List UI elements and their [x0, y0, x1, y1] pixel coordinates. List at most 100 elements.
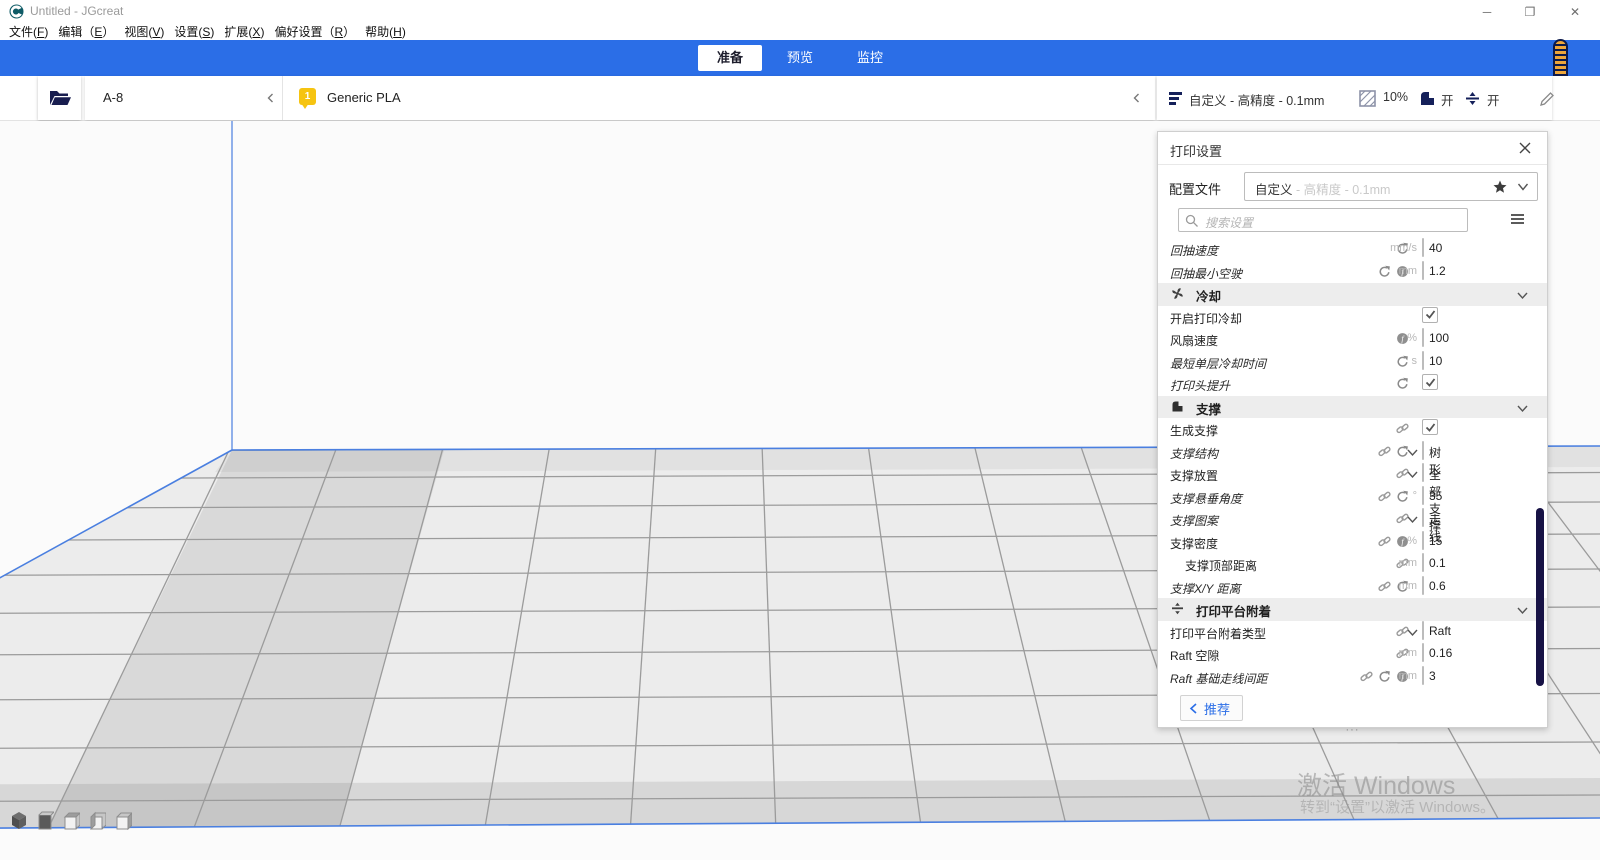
configuration-bar: A-8 1 Generic PLA [85, 76, 1155, 120]
setting-indicators [1396, 355, 1409, 368]
view-top-icon[interactable] [62, 811, 80, 830]
search-row: 搜索设置 [1158, 208, 1547, 233]
profile-dropdown[interactable]: 自定义 - 高精度 - 0.1mm [1244, 172, 1538, 201]
extruder-badge: 1 [299, 88, 316, 105]
checkmark-icon [1424, 376, 1437, 389]
undo-icon[interactable] [1378, 265, 1391, 278]
setting-row-14: 支撑顶部距离0.1mm [1158, 553, 1547, 576]
pencil-icon[interactable] [1540, 92, 1554, 106]
material-name: Generic PLA [327, 90, 401, 105]
menu-item-e[interactable]: 编辑（E） [53, 22, 119, 41]
setting-select[interactable]: 走线 [1422, 508, 1424, 527]
setting-value: 10 [1429, 354, 1442, 368]
settings-section-16[interactable]: 打印平台附着 [1158, 598, 1547, 621]
setting-unit: mm [1399, 647, 1417, 659]
profile-row: 配置文件 自定义 - 高精度 - 0.1mm [1158, 172, 1547, 202]
view-right-icon[interactable] [114, 811, 132, 830]
setting-label: 支撑密度 [1170, 535, 1218, 552]
star-icon[interactable] [1493, 180, 1507, 194]
view-front-icon[interactable] [36, 811, 54, 830]
link-icon[interactable] [1378, 535, 1391, 548]
setting-label: 回抽最小空驶 [1170, 265, 1242, 282]
setting-select[interactable]: 树形 [1422, 441, 1424, 460]
setting-label: 支撑放置 [1170, 467, 1218, 484]
link-icon[interactable] [1396, 422, 1409, 435]
setting-input[interactable]: 0.6mm [1422, 576, 1424, 595]
setting-value: 100 [1429, 331, 1449, 345]
setting-unit: mm/s [1390, 242, 1417, 254]
recommended-mode-button[interactable]: 推荐 [1180, 695, 1243, 721]
scrollbar-thumb[interactable] [1536, 508, 1544, 686]
printer-selector[interactable]: A-8 [85, 76, 283, 120]
setting-input[interactable]: 0.16mm [1422, 643, 1424, 662]
setting-label: Raft 基础走线间距 [1170, 670, 1267, 687]
setting-input[interactable]: 10s [1422, 351, 1424, 370]
setting-unit: mm [1399, 580, 1417, 592]
link-icon[interactable] [1378, 490, 1391, 503]
app-logo-icon [9, 4, 24, 19]
view-3d-icon[interactable] [10, 811, 28, 830]
menu-item-f[interactable]: 文件(F) [4, 22, 53, 41]
menu-item-h[interactable]: 帮助(H) [360, 22, 411, 41]
setting-input[interactable]: 1.2mm [1422, 261, 1424, 280]
minimize-button[interactable]: ─ [1465, 0, 1509, 24]
setting-row-1: 回抽最小空驶f1.2mm [1158, 261, 1547, 284]
settings-section-7[interactable]: 支撑 [1158, 396, 1547, 419]
undo-icon[interactable] [1396, 377, 1409, 390]
panel-resize-handle[interactable]: ··· [1346, 724, 1360, 736]
checkmark-icon [1424, 421, 1437, 434]
link-icon[interactable] [1378, 580, 1391, 593]
material-selector[interactable]: 1 Generic PLA [283, 76, 1155, 120]
adhesion-icon [1465, 91, 1480, 106]
undo-icon[interactable] [1396, 490, 1409, 503]
open-file-button[interactable] [38, 76, 81, 120]
settings-section-2[interactable]: 冷却 [1158, 283, 1547, 306]
setting-value: Raft [1429, 624, 1451, 638]
setting-indicators [1378, 490, 1409, 503]
stage-tab-2[interactable]: 监控 [838, 45, 902, 71]
link-icon[interactable] [1378, 445, 1391, 458]
setting-row-10: 支撑放置 全部支撑 [1158, 463, 1547, 486]
setting-input[interactable]: 3mm [1422, 666, 1424, 685]
setting-unit: mm [1399, 557, 1417, 569]
setting-label: 开启打印冷却 [1170, 310, 1242, 327]
print-settings-summary-button[interactable]: 自定义 - 高精度 - 0.1mm 10% 开 开 [1157, 76, 1552, 120]
setting-checkbox[interactable] [1422, 419, 1438, 435]
menu-item-v[interactable]: 视图(V) [119, 22, 169, 41]
setting-input[interactable]: 35° [1422, 486, 1424, 505]
open-folder-icon [48, 88, 72, 108]
setting-select[interactable]: 全部支撑 [1422, 463, 1424, 482]
panel-header: 打印设置 [1158, 132, 1547, 165]
support-icon [1171, 400, 1184, 413]
setting-checkbox[interactable] [1422, 307, 1438, 323]
setting-row-6: 打印头提升 [1158, 373, 1547, 396]
restore-button[interactable]: ❐ [1508, 0, 1552, 24]
menu-item-s[interactable]: 设置(S) [169, 22, 219, 41]
panel-close-icon[interactable] [1517, 140, 1533, 156]
close-button[interactable]: ✕ [1553, 0, 1597, 24]
setting-input[interactable]: 0.1mm [1422, 553, 1424, 572]
link-icon[interactable] [1360, 670, 1373, 683]
setting-input[interactable]: 15% [1422, 531, 1424, 550]
setting-indicators [1378, 445, 1409, 458]
setting-value: 3 [1429, 669, 1436, 683]
settings-menu-icon[interactable] [1510, 212, 1525, 226]
stage-tab-1[interactable]: 预览 [768, 45, 832, 71]
undo-icon[interactable] [1378, 670, 1391, 683]
search-input[interactable]: 搜索设置 [1178, 208, 1468, 232]
setting-indicators: f [1378, 535, 1409, 548]
setting-input[interactable]: 100% [1422, 328, 1424, 347]
stage-tab-0[interactable]: 准备 [698, 45, 762, 71]
menu-item-x[interactable]: 扩展(X) [219, 22, 269, 41]
setting-label: Raft 空隙 [1170, 647, 1219, 664]
view-left-icon[interactable] [88, 811, 106, 830]
setting-indicators [1396, 377, 1409, 390]
setting-checkbox[interactable] [1422, 374, 1438, 390]
undo-icon[interactable] [1396, 355, 1409, 368]
setting-row-15: 支撑X/Y 距离0.6mm [1158, 576, 1547, 599]
menu-item-r[interactable]: 偏好设置（R） [269, 22, 360, 41]
setting-select[interactable]: Raft [1422, 621, 1424, 640]
setting-input[interactable]: 40mm/s [1422, 238, 1424, 257]
setting-label: 打印头提升 [1170, 377, 1230, 394]
view-orientation-toolbar [10, 811, 170, 835]
